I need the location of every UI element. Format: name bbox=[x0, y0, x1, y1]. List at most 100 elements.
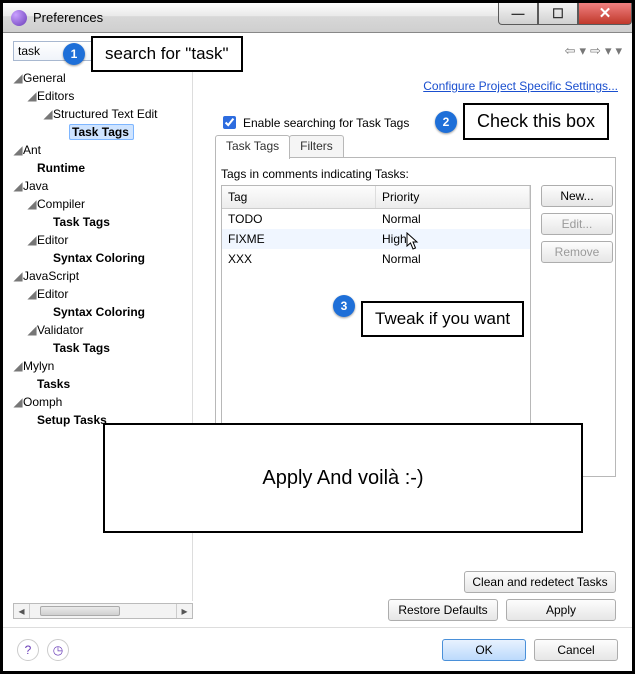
tree-item-label: Setup Tasks bbox=[37, 413, 107, 427]
tree-item[interactable]: Task Tags bbox=[13, 123, 192, 141]
twisty-expanded-icon[interactable]: ◢ bbox=[13, 177, 23, 195]
tree-item[interactable]: ◢Structured Text Edit bbox=[13, 105, 192, 123]
tree-item[interactable]: ◢JavaScript bbox=[13, 267, 192, 285]
twisty-expanded-icon[interactable]: ◢ bbox=[13, 393, 23, 411]
tab-filters[interactable]: Filters bbox=[289, 135, 344, 159]
tab-task-tags[interactable]: Task Tags bbox=[215, 135, 290, 159]
annotation-badge-2: 2 bbox=[435, 111, 457, 133]
maximize-button[interactable]: ☐ bbox=[538, 3, 578, 25]
tree-item-label: Task Tags bbox=[69, 124, 134, 140]
scroll-right-icon[interactable]: ▸ bbox=[176, 604, 192, 618]
cancel-button[interactable]: Cancel bbox=[534, 639, 618, 661]
tree-item[interactable]: ◢Java bbox=[13, 177, 192, 195]
twisty-expanded-icon[interactable]: ◢ bbox=[27, 195, 37, 213]
tree-item[interactable]: ◢Validator bbox=[13, 321, 192, 339]
tree-item[interactable]: ◢Editor bbox=[13, 285, 192, 303]
scroll-thumb[interactable] bbox=[40, 606, 120, 616]
col-priority[interactable]: Priority bbox=[376, 186, 530, 208]
tree-item[interactable]: ◢Compiler bbox=[13, 195, 192, 213]
annotation-note-1: search for "task" bbox=[91, 36, 243, 72]
tree-item[interactable]: ◢Mylyn bbox=[13, 357, 192, 375]
tabstrip: Task Tags Filters bbox=[215, 135, 343, 159]
twisty-expanded-icon[interactable]: ◢ bbox=[27, 87, 37, 105]
twisty-expanded-icon[interactable]: ◢ bbox=[13, 141, 23, 159]
tree-item[interactable]: ◢Ant bbox=[13, 141, 192, 159]
clean-button[interactable]: Clean and redetect Tasks bbox=[464, 571, 616, 593]
import-export-icon[interactable]: ◷ bbox=[47, 639, 69, 661]
minimize-button[interactable]: — bbox=[498, 3, 538, 25]
tree-item[interactable]: ◢Editor bbox=[13, 231, 192, 249]
history-nav: ⇦ ▾ ⇨ ▾ ▾ bbox=[565, 43, 622, 59]
table-title: Tags in comments indicating Tasks: bbox=[221, 167, 409, 181]
window-title: Preferences bbox=[33, 10, 103, 25]
twisty-expanded-icon[interactable]: ◢ bbox=[13, 357, 23, 375]
cell-tag: TODO bbox=[222, 209, 376, 229]
forward-menu-icon[interactable]: ▾ bbox=[605, 43, 612, 59]
app-icon bbox=[11, 10, 27, 26]
tree-item-label: Editor bbox=[37, 233, 68, 247]
scroll-left-icon[interactable]: ◂ bbox=[14, 604, 30, 618]
cell-priority: Normal bbox=[376, 209, 530, 229]
table-row[interactable]: FIXME High bbox=[222, 229, 530, 249]
twisty-expanded-icon[interactable]: ◢ bbox=[27, 285, 37, 303]
tree-item-label: JavaScript bbox=[23, 269, 79, 283]
col-tag[interactable]: Tag bbox=[222, 186, 376, 208]
tree-item[interactable]: Task Tags bbox=[13, 339, 192, 357]
annotation-badge-1: 1 bbox=[63, 43, 85, 65]
twisty-expanded-icon[interactable]: ◢ bbox=[27, 231, 37, 249]
back-icon[interactable]: ⇦ bbox=[565, 43, 576, 59]
tree-item-label: Java bbox=[23, 179, 48, 193]
tree-item-label: Validator bbox=[37, 323, 83, 337]
tree-item-label: Structured Text Edit bbox=[53, 107, 158, 121]
close-button[interactable]: ✕ bbox=[578, 3, 632, 25]
twisty-expanded-icon[interactable]: ◢ bbox=[13, 69, 23, 87]
annotation-note-3: Tweak if you want bbox=[361, 301, 524, 337]
restore-defaults-button[interactable]: Restore Defaults bbox=[388, 599, 498, 621]
table-header: Tag Priority bbox=[222, 186, 530, 209]
tree-item[interactable]: Syntax Coloring bbox=[13, 249, 192, 267]
tree-item[interactable]: Syntax Coloring bbox=[13, 303, 192, 321]
tree-item-label: Task Tags bbox=[53, 215, 110, 229]
tree-item-label: Ant bbox=[23, 143, 41, 157]
tree-item[interactable]: ◢Oomph bbox=[13, 393, 192, 411]
cell-priority: Normal bbox=[376, 249, 530, 269]
tree-item-label: Task Tags bbox=[53, 341, 110, 355]
tree-item-label: Runtime bbox=[37, 161, 85, 175]
table-row[interactable]: TODO Normal bbox=[222, 209, 530, 229]
twisty-expanded-icon[interactable]: ◢ bbox=[13, 267, 23, 285]
enable-search-row[interactable]: Enable searching for Task Tags bbox=[219, 113, 409, 132]
enable-search-checkbox[interactable] bbox=[223, 116, 236, 129]
tree-item-label: Mylyn bbox=[23, 359, 54, 373]
annotation-note-4: Apply And voilà :-) bbox=[103, 423, 583, 533]
tree-item-label: Syntax Coloring bbox=[53, 305, 145, 319]
ok-button[interactable]: OK bbox=[442, 639, 526, 661]
configure-project-link[interactable]: Configure Project Specific Settings... bbox=[423, 79, 618, 93]
tree-item[interactable]: Task Tags bbox=[13, 213, 192, 231]
edit-button[interactable]: Edit... bbox=[541, 213, 613, 235]
cell-tag: XXX bbox=[222, 249, 376, 269]
tree-item[interactable]: Runtime bbox=[13, 159, 192, 177]
cell-priority: High bbox=[376, 229, 530, 249]
tree-item[interactable]: Tasks bbox=[13, 375, 192, 393]
tree-hscrollbar[interactable]: ◂ ▸ bbox=[13, 603, 193, 619]
scroll-track[interactable] bbox=[30, 604, 176, 618]
tree-item[interactable]: ◢Editors bbox=[13, 87, 192, 105]
cell-tag: FIXME bbox=[222, 229, 376, 249]
new-button[interactable]: New... bbox=[541, 185, 613, 207]
bottom-buttons: Clean and redetect Tasks Restore Default… bbox=[388, 571, 616, 621]
table-row[interactable]: XXX Normal bbox=[222, 249, 530, 269]
tree-item-label: General bbox=[23, 71, 66, 85]
enable-search-label: Enable searching for Task Tags bbox=[243, 116, 409, 130]
forward-icon[interactable]: ⇨ bbox=[590, 43, 601, 59]
annotation-badge-3: 3 bbox=[333, 295, 355, 317]
apply-button[interactable]: Apply bbox=[506, 599, 616, 621]
tree-item-label: Tasks bbox=[37, 377, 70, 391]
dialog-footer: ? ◷ OK Cancel bbox=[3, 627, 632, 671]
twisty-expanded-icon[interactable]: ◢ bbox=[43, 105, 53, 123]
remove-button[interactable]: Remove bbox=[541, 241, 613, 263]
help-icon[interactable]: ? bbox=[17, 639, 39, 661]
menu-icon[interactable]: ▾ bbox=[615, 43, 622, 59]
twisty-expanded-icon[interactable]: ◢ bbox=[27, 321, 37, 339]
main-panel: Configure Project Specific Settings... E… bbox=[201, 69, 622, 627]
back-menu-icon[interactable]: ▾ bbox=[580, 43, 587, 59]
